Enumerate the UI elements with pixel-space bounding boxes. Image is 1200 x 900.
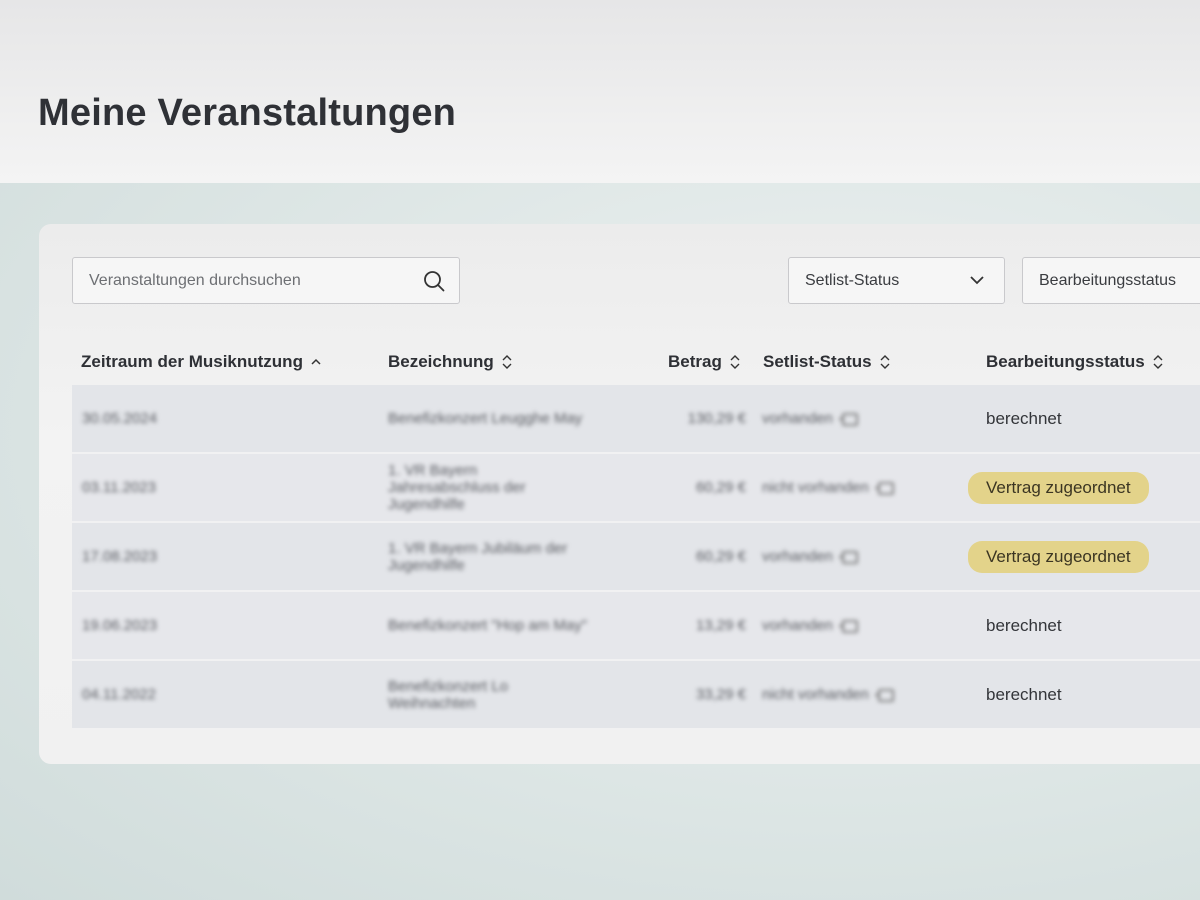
- column-header-label: Betrag: [668, 352, 722, 371]
- page-header: Meine Veranstaltungen: [0, 0, 1200, 183]
- processing-status: berechnet: [968, 661, 1062, 728]
- status-text: berechnet: [986, 408, 1062, 428]
- filter-label: Setlist-Status: [805, 272, 900, 289]
- search-input[interactable]: [73, 258, 413, 303]
- event-date: 17.08.2023: [82, 548, 158, 565]
- event-name: Benefizkonzert Leugghe May: [388, 410, 583, 427]
- event-date: 30.05.2024: [82, 410, 158, 427]
- event-date: 03.11.2023: [82, 479, 156, 496]
- column-header-label: Bearbeitungsstatus: [986, 352, 1145, 371]
- sort-ascending-icon: [311, 358, 321, 365]
- event-amount: 60,29 €: [695, 548, 746, 565]
- column-header-name[interactable]: Bezeichnung: [388, 352, 512, 372]
- processing-status: berechnet: [968, 385, 1062, 452]
- setlist-status: vorhanden: [762, 592, 859, 659]
- setlist-status-text: nicht vorhanden: [762, 686, 869, 703]
- setlist-icon: [874, 481, 894, 495]
- event-date: 19.06.2023: [82, 617, 158, 634]
- chevron-down-icon: [970, 276, 984, 285]
- event-amount: 13,29 €: [695, 617, 746, 634]
- setlist-status-text: nicht vorhanden: [762, 479, 869, 496]
- column-header-label: Setlist-Status: [763, 352, 872, 371]
- setlist-icon: [838, 550, 858, 564]
- setlist-status-text: vorhanden: [762, 410, 833, 427]
- setlist-status: nicht vorhanden: [762, 661, 895, 728]
- event-amount: 130,29 €: [687, 410, 746, 427]
- setlist-status-filter[interactable]: Setlist-Status: [788, 257, 1005, 304]
- event-name: Benefizkonzert Lo Weihnachten: [388, 677, 509, 712]
- events-table-body: 30.05.2024 Benefizkonzert Leugghe May 130,…: [72, 385, 1200, 730]
- setlist-status: vorhanden: [762, 523, 859, 590]
- column-header-period[interactable]: Zeitraum der Musiknutzung: [81, 352, 321, 372]
- event-amount: 60,29 €: [695, 479, 746, 496]
- setlist-icon: [838, 412, 858, 426]
- event-amount: 33,29 €: [695, 686, 746, 703]
- event-date: 04.11.2022: [82, 686, 156, 703]
- table-row[interactable]: 04.11.2022 Benefizkonzert Lo Weihnachten 3…: [72, 661, 1200, 730]
- processing-status-filter[interactable]: Bearbeitungsstatus: [1022, 257, 1200, 304]
- processing-status: berechnet: [968, 592, 1062, 659]
- table-row[interactable]: 03.11.2023 1. VR Bayern Jahresabschluss d…: [72, 454, 1200, 523]
- event-name: 1. VR Bayern Jubiläum der Jugendhilfe: [388, 539, 568, 574]
- setlist-icon: [874, 688, 894, 702]
- table-row[interactable]: 17.08.2023 1. VR Bayern Jubiläum der Juge…: [72, 523, 1200, 592]
- setlist-status: vorhanden: [762, 385, 859, 452]
- search-box: [72, 257, 460, 304]
- processing-status: Vertrag zugeordnet: [968, 454, 1149, 521]
- processing-status: Vertrag zugeordnet: [968, 523, 1149, 590]
- column-header-amount[interactable]: Betrag: [668, 352, 740, 372]
- column-header-setlist-status[interactable]: Setlist-Status: [763, 352, 890, 372]
- status-text: berechnet: [986, 615, 1062, 635]
- status-text: berechnet: [986, 684, 1062, 704]
- table-row[interactable]: 30.05.2024 Benefizkonzert Leugghe May 130,…: [72, 385, 1200, 454]
- column-header-label: Bezeichnung: [388, 352, 494, 371]
- setlist-status: nicht vorhanden: [762, 454, 895, 521]
- filter-label: Bearbeitungsstatus: [1039, 272, 1176, 289]
- event-name: Benefizkonzert "Hop am May": [388, 617, 588, 634]
- sort-icon: [880, 355, 890, 369]
- sort-icon: [730, 355, 740, 369]
- page-title: Meine Veranstaltungen: [38, 92, 457, 134]
- setlist-status-text: vorhanden: [762, 548, 833, 565]
- setlist-status-text: vorhanden: [762, 617, 833, 634]
- sort-icon: [1153, 355, 1163, 369]
- setlist-icon: [838, 619, 858, 633]
- column-header-processing-status[interactable]: Bearbeitungsstatus: [986, 352, 1163, 372]
- sort-icon: [502, 355, 512, 369]
- status-badge: Vertrag zugeordnet: [968, 471, 1149, 504]
- search-icon[interactable]: [423, 270, 445, 292]
- status-badge: Vertrag zugeordnet: [968, 540, 1149, 573]
- event-name: 1. VR Bayern Jahresabschluss der Jugendh…: [388, 462, 526, 513]
- column-header-label: Zeitraum der Musiknutzung: [81, 352, 303, 371]
- table-row[interactable]: 19.06.2023 Benefizkonzert "Hop am May" 13,…: [72, 592, 1200, 661]
